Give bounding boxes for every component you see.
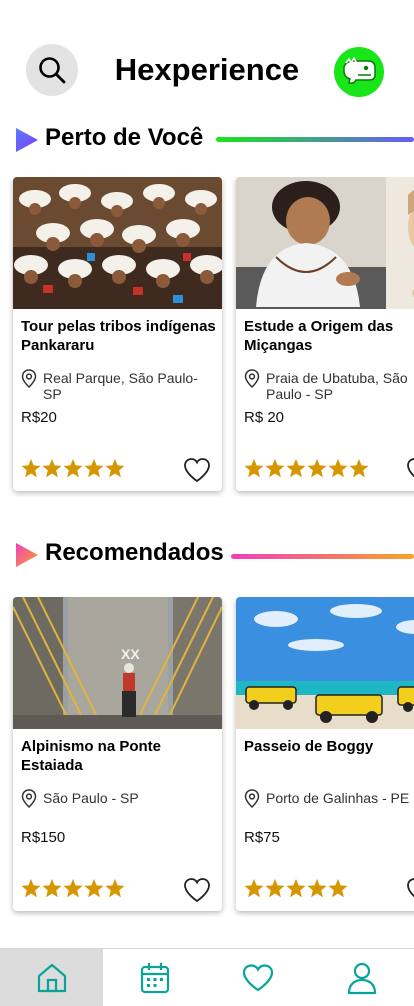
profile-avatar[interactable] [334, 47, 384, 97]
nav-calendar[interactable] [103, 949, 206, 1006]
rating-stars [21, 459, 125, 479]
cards-row-recommended: XX Alpinismo na Ponte Estaiada São Paulo… [0, 597, 414, 917]
star-icon [265, 459, 285, 478]
experience-card[interactable]: Passeio de Boggy Porto de Galinhas - PE … [236, 597, 414, 911]
app-header: Hexperience [0, 0, 414, 120]
favorite-heart-icon[interactable] [406, 877, 414, 903]
star-icon [42, 459, 62, 478]
favorite-heart-icon[interactable] [406, 457, 414, 483]
location-pin-icon [21, 369, 37, 388]
experience-title: Passeio de Boggy [244, 738, 374, 755]
section-divider [231, 554, 414, 559]
star-icon [244, 459, 264, 478]
rating-stars [244, 459, 369, 479]
section-header-nearby: Perto de Você [0, 122, 414, 158]
experience-photo-tribe [13, 177, 222, 309]
location-pin-icon [244, 789, 260, 808]
svg-text:XX: XX [121, 646, 140, 662]
star-icon [105, 459, 125, 478]
experience-price: R$75 [244, 829, 280, 846]
nav-profile[interactable] [309, 949, 414, 1006]
star-icon [244, 879, 264, 898]
user-icon [347, 962, 376, 994]
location-pin-icon [21, 789, 37, 808]
experience-price: R$ 20 [244, 409, 285, 426]
location-pin-icon [244, 369, 260, 388]
favorite-heart-icon[interactable] [183, 457, 211, 483]
home-icon [37, 963, 66, 992]
cards-row-nearby: Tour pelas tribos indígenas Pankararu Re… [0, 177, 414, 497]
star-icon [21, 879, 41, 898]
star-icon [42, 879, 62, 898]
experience-title: Estude a Origem das Miçangas [244, 318, 394, 354]
section-header-recommended: Recomendados [0, 537, 414, 573]
location-text: São Paulo - SP [43, 790, 139, 806]
star-icon [286, 879, 306, 898]
star-icon [286, 459, 306, 478]
nav-favorites[interactable] [206, 949, 309, 1006]
experience-price: R$20 [21, 409, 57, 426]
star-icon [307, 459, 327, 478]
play-triangle-icon [16, 128, 38, 152]
experience-card[interactable]: XX Alpinismo na Ponte Estaiada São Paulo… [13, 597, 222, 911]
star-icon [328, 879, 348, 898]
location-text: Real Parque, São Paulo-SP [43, 370, 198, 402]
section-divider [216, 137, 414, 142]
section-title: Perto de Você [45, 124, 204, 151]
nav-home[interactable] [0, 949, 103, 1006]
experience-photo-buggy [236, 597, 414, 729]
experience-photo-beads [236, 177, 414, 309]
heart-icon [242, 963, 273, 991]
rating-stars [21, 879, 125, 899]
experience-card[interactable]: Tour pelas tribos indígenas Pankararu Re… [13, 177, 222, 491]
experience-photo-bridge: XX [13, 597, 222, 729]
location-text: Porto de Galinhas - PE [266, 790, 410, 806]
star-icon [328, 459, 348, 478]
star-icon [105, 879, 125, 898]
experience-price: R$150 [21, 829, 66, 846]
star-icon [84, 879, 104, 898]
experience-title: Tour pelas tribos indígenas Pankararu [21, 318, 216, 354]
favorite-heart-icon[interactable] [183, 877, 211, 903]
star-icon [84, 459, 104, 478]
star-icon [21, 459, 41, 478]
section-title: Recomendados [45, 539, 224, 566]
star-icon [265, 879, 285, 898]
star-icon [307, 879, 327, 898]
star-icon [63, 879, 83, 898]
star-icon [63, 459, 83, 478]
calendar-icon [140, 962, 169, 993]
bottom-navigation [0, 948, 414, 1006]
experience-card[interactable]: Estude a Origem das Miçangas Praia de Ub… [236, 177, 414, 491]
star-icon [349, 459, 369, 478]
rating-stars [244, 879, 348, 899]
experience-title: Alpinismo na Ponte Estaiada [21, 738, 162, 774]
dinosaur-avatar-icon [343, 57, 376, 84]
play-triangle-icon [16, 543, 38, 567]
location-text: Praia de Ubatuba, São Paulo - SP [266, 370, 408, 402]
